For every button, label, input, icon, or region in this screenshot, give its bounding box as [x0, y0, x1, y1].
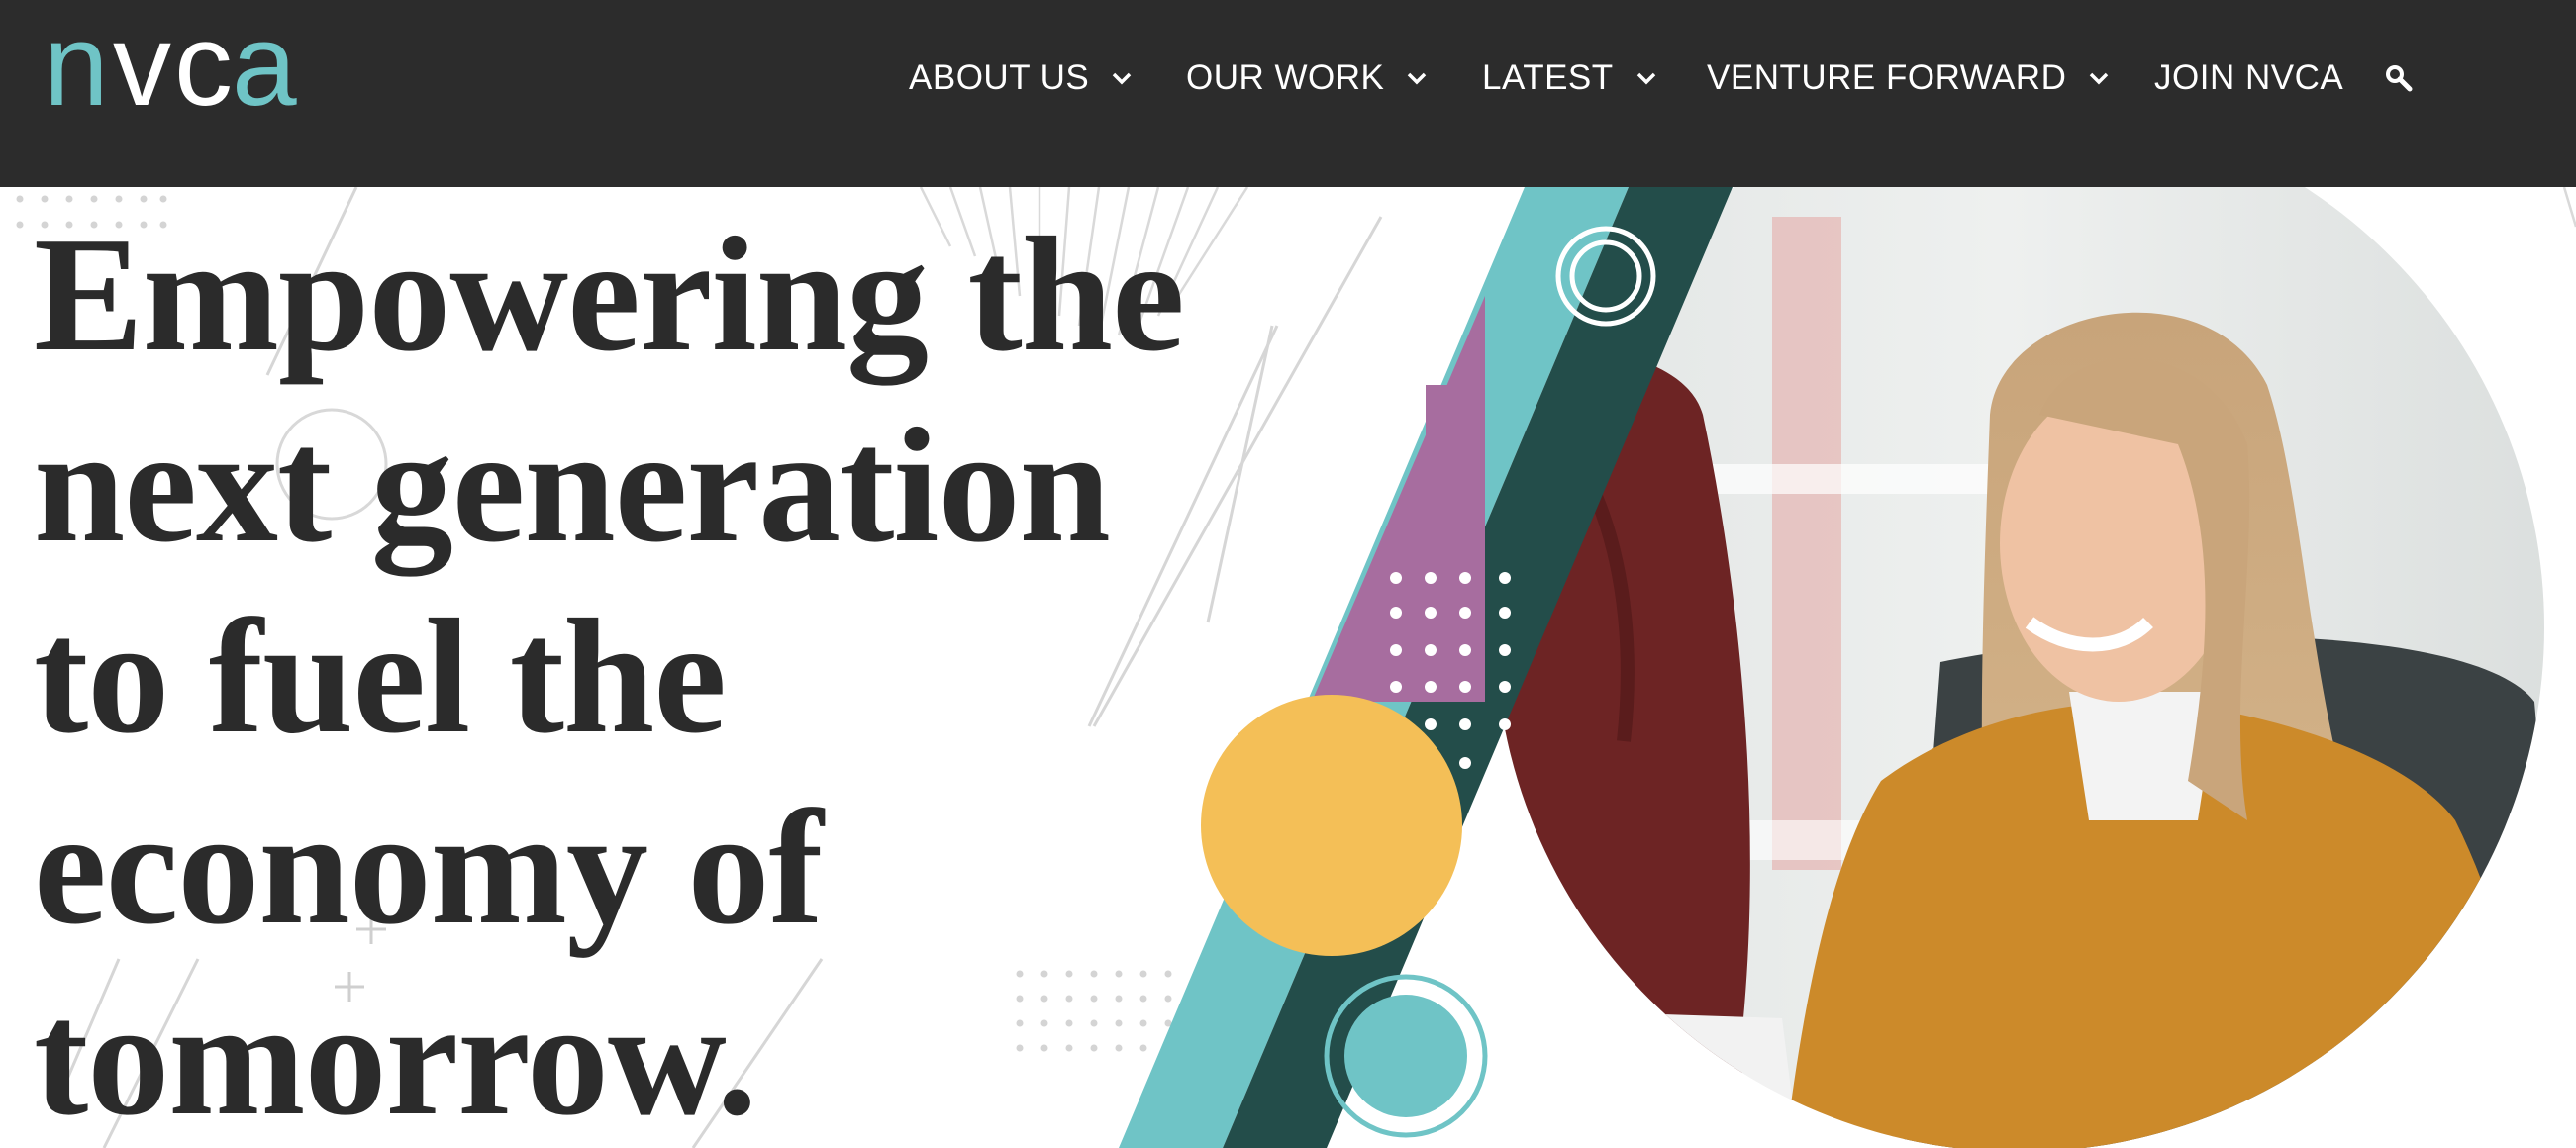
headline-line-2: next generation [34, 394, 1111, 576]
nav-join-nvca-label: JOIN NVCA [2154, 58, 2344, 97]
nav-latest-label: LATEST [1482, 58, 1614, 97]
chevron-down-icon [2090, 72, 2109, 85]
nav-venture-forward[interactable]: VENTURE FORWARD [1707, 53, 2110, 103]
search-icon[interactable] [2384, 63, 2414, 93]
headline-line-5: tomorrow. [34, 967, 757, 1148]
nav-our-work[interactable]: OUR WORK [1186, 53, 1428, 103]
headline-line-3: to fuel the [34, 585, 727, 767]
chevron-down-icon [1636, 72, 1655, 85]
headline-line-4: economy of [34, 776, 824, 958]
nav-about-us-label: ABOUT US [909, 58, 1090, 97]
headline-line-1: Empowering the [34, 203, 1185, 385]
nav-our-work-label: OUR WORK [1186, 58, 1385, 97]
hero-headline: Empowering the next generation to fuel t… [34, 199, 1261, 1148]
nav-about-us[interactable]: ABOUT US [909, 53, 1133, 103]
nav-latest[interactable]: LATEST [1482, 53, 1657, 103]
main-nav: ABOUT US OUR WORK LATEST VENTURE FORWARD… [0, 0, 2576, 156]
site-header: n v c a ABOUT US OUR WORK LATEST VENTURE… [0, 0, 2576, 187]
nav-join-nvca[interactable]: JOIN NVCA [2154, 53, 2343, 103]
chevron-down-icon [1408, 72, 1427, 85]
nav-venture-forward-label: VENTURE FORWARD [1707, 58, 2067, 97]
hero-banner: Empowering the next generation to fuel t… [0, 187, 2576, 1148]
chevron-down-icon [1113, 72, 1132, 85]
